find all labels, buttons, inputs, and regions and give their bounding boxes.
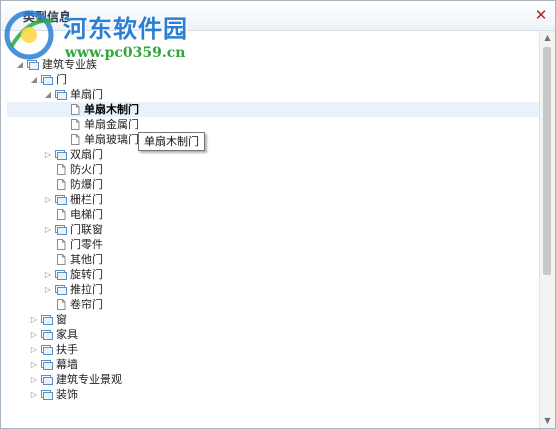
tooltip: 单扇木制门 <box>138 132 205 151</box>
folder-icon <box>41 74 53 85</box>
tree-node[interactable]: ▷ 家具 <box>7 327 539 342</box>
folder-icon <box>41 389 53 400</box>
tree-node-label: 建筑专业族 <box>42 58 97 71</box>
tree-node[interactable]: ▷ 门联窗 <box>7 222 539 237</box>
folder-icon <box>41 314 53 325</box>
category-tree[interactable]: ◢ 建筑专业族 ◢ 门 ◢ 单扇门 单扇木制门 单扇金属门 单扇玻璃门 ▷ 双扇门 防火门 防爆门 ▷ 栅栏… <box>7 57 539 402</box>
collapsed-arrow-icon[interactable]: ▷ <box>29 342 39 357</box>
collapsed-arrow-icon[interactable]: ▷ <box>43 267 53 282</box>
document-icon <box>55 239 67 250</box>
collapsed-arrow-icon[interactable]: ▷ <box>29 327 39 342</box>
folder-icon <box>41 344 53 355</box>
folder-icon <box>41 329 53 340</box>
tree-node[interactable]: ▷ 旋转门 <box>7 267 539 282</box>
tree-node-label: 单扇金属门 <box>84 118 139 131</box>
tree-node-label: 栅栏门 <box>70 193 103 206</box>
folder-icon <box>55 224 67 235</box>
tree-node[interactable]: ▷ 双扇门 <box>7 147 539 162</box>
expanded-arrow-icon[interactable]: ◢ <box>29 72 39 87</box>
tree-node[interactable]: 卷帘门 <box>7 297 539 312</box>
tree-node[interactable]: ▷ 装饰 <box>7 387 539 402</box>
collapsed-arrow-icon[interactable]: ▷ <box>29 387 39 402</box>
tree-node[interactable]: ◢ 单扇门 <box>7 87 539 102</box>
tree-node-label: 推拉门 <box>70 283 103 296</box>
tree-node-label: 电梯门 <box>70 208 103 221</box>
tree-node-label: 装饰 <box>56 388 78 401</box>
tree-node-label: 单扇门 <box>70 88 103 101</box>
folder-icon <box>55 194 67 205</box>
document-icon <box>69 134 81 145</box>
tree-node[interactable]: 单扇玻璃门 <box>7 132 539 147</box>
tree-node[interactable]: ▷ 建筑专业景观 <box>7 372 539 387</box>
document-icon <box>69 104 81 115</box>
tree-node[interactable]: 电梯门 <box>7 207 539 222</box>
expanded-arrow-icon[interactable]: ◢ <box>15 57 25 72</box>
tree-node-label: 防火门 <box>70 163 103 176</box>
document-icon <box>55 209 67 220</box>
type-info-dialog: 类型信息 ✕ ◢ 建筑专业族 ◢ 门 ◢ 单扇门 单扇木制门 单扇金属门 单扇玻璃门 ▷ 双扇门 防火… <box>0 0 556 429</box>
tree-node[interactable]: ◢ 建筑专业族 <box>7 57 539 72</box>
tree-node-label: 防爆门 <box>70 178 103 191</box>
collapsed-arrow-icon[interactable]: ▷ <box>43 222 53 237</box>
tree-node[interactable]: 其他门 <box>7 252 539 267</box>
tree-node[interactable]: 单扇金属门 <box>7 117 539 132</box>
tree-node-label: 家具 <box>56 328 78 341</box>
document-icon <box>55 164 67 175</box>
folder-icon <box>41 374 53 385</box>
tree-node[interactable]: ▷ 窗 <box>7 312 539 327</box>
tree-node[interactable]: ▷ 扶手 <box>7 342 539 357</box>
tree-node-label: 窗 <box>56 313 67 326</box>
folder-icon <box>55 284 67 295</box>
title-bar: 类型信息 ✕ <box>1 1 555 31</box>
folder-icon <box>55 269 67 280</box>
close-icon[interactable]: ✕ <box>533 7 549 23</box>
tree-node-label: 门零件 <box>70 238 103 251</box>
document-icon <box>55 254 67 265</box>
scroll-up-arrow-icon[interactable]: ▲ <box>540 31 555 45</box>
document-icon <box>55 299 67 310</box>
tree-node-label: 建筑专业景观 <box>56 373 122 386</box>
tree-node-label: 幕墙 <box>56 358 78 371</box>
tree-node-label: 旋转门 <box>70 268 103 281</box>
tree-node[interactable]: 防爆门 <box>7 177 539 192</box>
folder-icon <box>55 149 67 160</box>
tree-node[interactable]: ◢ 门 <box>7 72 539 87</box>
tree-node[interactable]: ▷ 推拉门 <box>7 282 539 297</box>
folder-icon <box>27 59 39 70</box>
collapsed-arrow-icon[interactable]: ▷ <box>43 147 53 162</box>
tree-node[interactable]: ▷ 栅栏门 <box>7 192 539 207</box>
document-icon <box>55 179 67 190</box>
vertical-scrollbar[interactable]: ▲ ▼ <box>539 31 555 428</box>
collapsed-arrow-icon[interactable]: ▷ <box>29 312 39 327</box>
folder-icon <box>41 359 53 370</box>
scrollbar-thumb[interactable] <box>543 47 551 275</box>
tree-node[interactable]: 单扇木制门 <box>7 102 539 117</box>
tree-node[interactable]: 防火门 <box>7 162 539 177</box>
tree-node-label: 单扇木制门 <box>84 103 139 116</box>
scroll-down-arrow-icon[interactable]: ▼ <box>540 414 555 428</box>
tree-node-label: 扶手 <box>56 343 78 356</box>
tree-node[interactable]: ▷ 幕墙 <box>7 357 539 372</box>
tree-node-label: 卷帘门 <box>70 298 103 311</box>
tree-node-label: 门 <box>56 73 67 86</box>
expanded-arrow-icon[interactable]: ◢ <box>43 87 53 102</box>
tree-node-label: 单扇玻璃门 <box>84 133 139 146</box>
document-icon <box>69 119 81 130</box>
collapsed-arrow-icon[interactable]: ▷ <box>29 357 39 372</box>
collapsed-arrow-icon[interactable]: ▷ <box>43 192 53 207</box>
collapsed-arrow-icon[interactable]: ▷ <box>29 372 39 387</box>
dialog-title: 类型信息 <box>23 10 72 24</box>
collapsed-arrow-icon[interactable]: ▷ <box>43 282 53 297</box>
tree-node[interactable]: 门零件 <box>7 237 539 252</box>
tree-node-label: 双扇门 <box>70 148 103 161</box>
tree-node-label: 其他门 <box>70 253 103 266</box>
tree-node-label: 门联窗 <box>70 223 103 236</box>
folder-icon <box>55 89 67 100</box>
